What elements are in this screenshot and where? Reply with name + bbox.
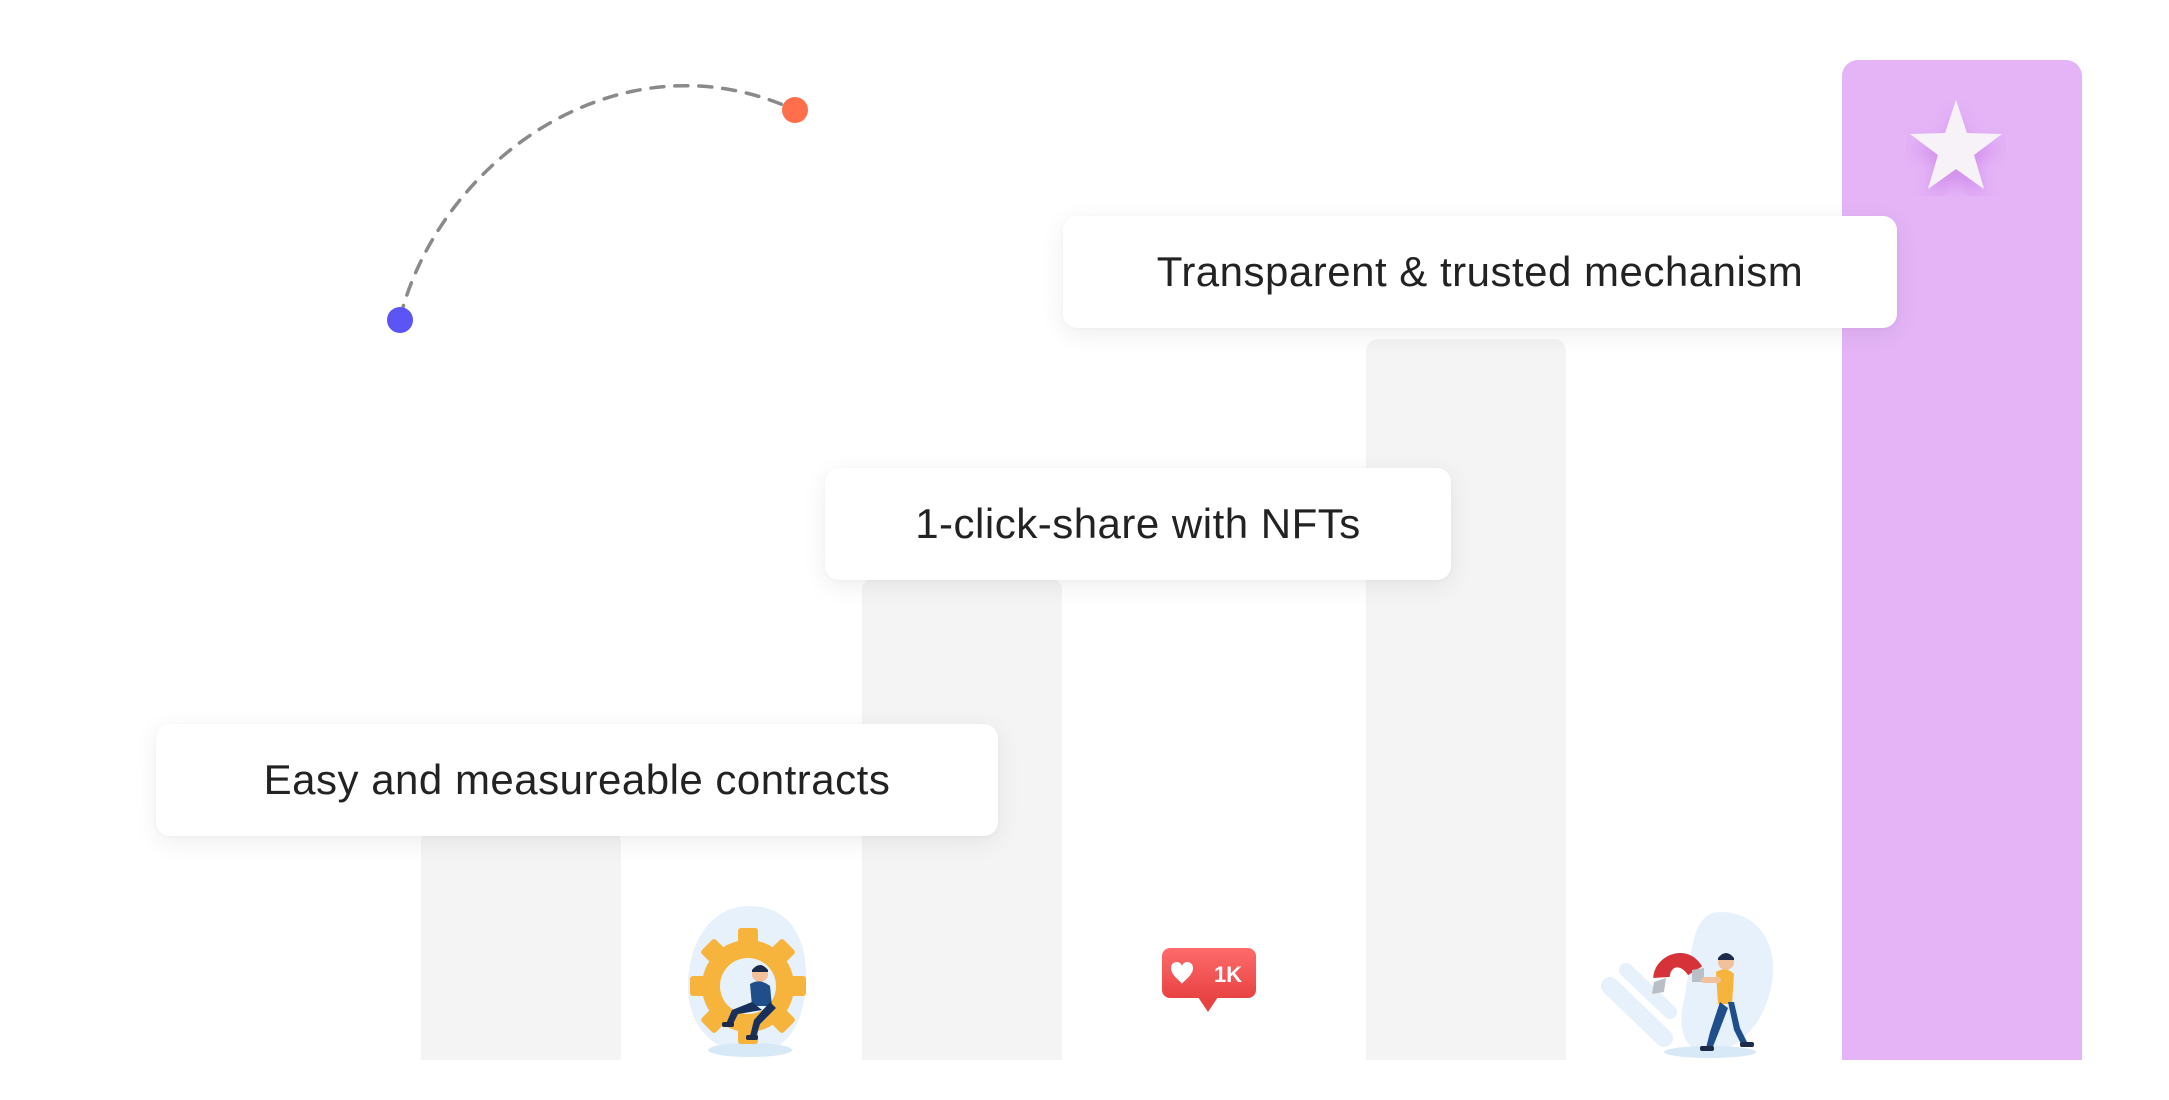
dashed-arc (398, 83, 797, 320)
step-card-1-label: Easy and measureable contracts (263, 756, 891, 803)
step-card-2: 1-click-share with NFTs (825, 468, 1451, 580)
badge-text: 1K (1214, 962, 1242, 987)
like-1k-badge-icon: 1K (1162, 948, 1256, 1012)
gear-person-icon (687, 906, 807, 1057)
step-card-1: Easy and measureable contracts (156, 724, 998, 836)
magnet-person-icon (1601, 912, 1774, 1058)
step-bar-1 (421, 830, 621, 1060)
growth-steps-diagram: Easy and measureable contracts 1-click-s… (0, 0, 2169, 1100)
highlight-bar (1842, 60, 2082, 1060)
step-card-3-label: Transparent & trusted mechanism (1156, 248, 1804, 295)
step-bar-3 (1366, 339, 1566, 1060)
star-icon (1910, 100, 2002, 189)
step-card-2-label: 1-click-share with NFTs (915, 500, 1361, 547)
arc-start-dot (387, 307, 413, 333)
arc-end-dot (782, 97, 808, 123)
step-card-3: Transparent & trusted mechanism (1063, 216, 1897, 328)
